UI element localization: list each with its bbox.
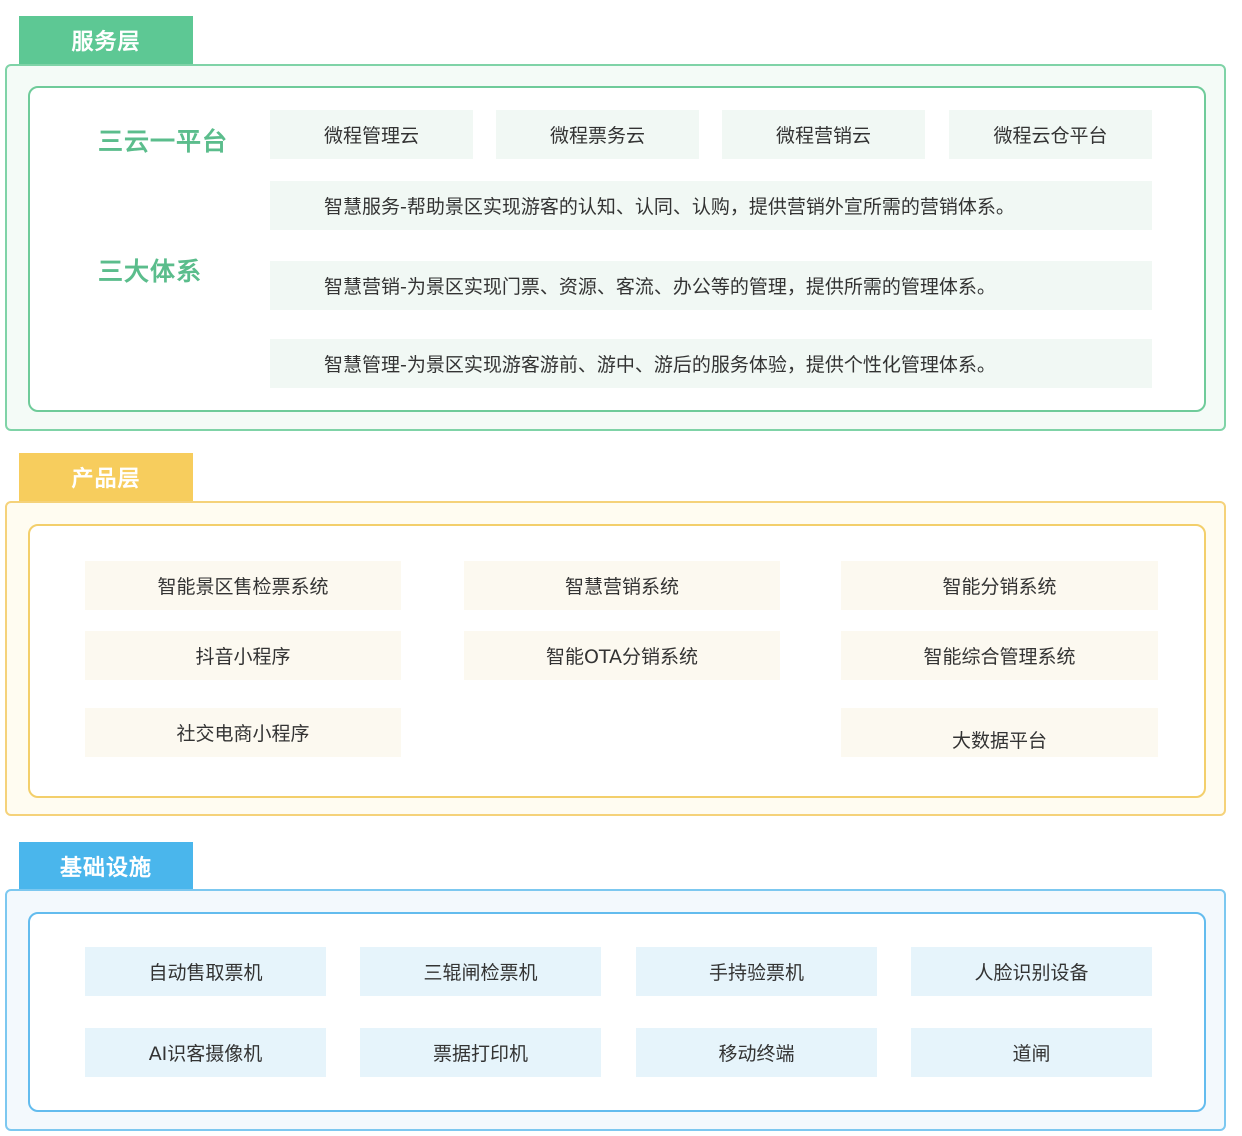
system-smart-service: 智慧服务-帮助景区实现游客的认知、认同、认购，提供营销外宣所需的营销体系。 [270, 181, 1152, 230]
device-ticket-vending-machine: 自动售取票机 [85, 947, 326, 996]
product-ota-distribution-system: 智能OTA分销系统 [464, 631, 780, 680]
device-mobile-terminal: 移动终端 [636, 1028, 877, 1077]
infrastructure-layer-tag: 基础设施 [19, 842, 193, 890]
infrastructure-layer-panel: 自动售取票机 三辊闸检票机 手持验票机 人脸识别设备 AI识客摄像机 票据打印机… [5, 889, 1226, 1131]
cloud-management: 微程管理云 [270, 110, 473, 159]
device-barrier-gate: 道闸 [911, 1028, 1152, 1077]
platform-title: 三云一平台 [98, 127, 229, 156]
cloud-ticketing: 微程票务云 [496, 110, 699, 159]
product-layer-panel: 智能景区售检票系统 抖音小程序 社交电商小程序 智慧营销系统 智能OTA分销系统… [5, 501, 1226, 816]
device-handheld-ticket-checker: 手持验票机 [636, 947, 877, 996]
product-social-ecommerce-miniprogram: 社交电商小程序 [85, 708, 401, 757]
product-layer-tag: 产品层 [19, 453, 193, 501]
product-douyin-miniprogram: 抖音小程序 [85, 631, 401, 680]
cloud-warehouse-platform: 微程云仓平台 [949, 110, 1152, 159]
product-big-data-platform: 大数据平台 [841, 708, 1158, 757]
device-ticket-printer: 票据打印机 [360, 1028, 601, 1077]
product-integrated-management-system: 智能综合管理系统 [841, 631, 1158, 680]
product-ticketing-system: 智能景区售检票系统 [85, 561, 401, 610]
product-layer-inner: 智能景区售检票系统 抖音小程序 社交电商小程序 智慧营销系统 智能OTA分销系统… [28, 524, 1206, 798]
service-layer-panel: 三云一平台 微程管理云 微程票务云 微程营销云 微程云仓平台 三大体系 智慧服务… [5, 64, 1226, 431]
device-tripod-turnstile: 三辊闸检票机 [360, 947, 601, 996]
device-face-recognition: 人脸识别设备 [911, 947, 1152, 996]
product-smart-marketing-system: 智慧营销系统 [464, 561, 780, 610]
service-layer-tag: 服务层 [19, 16, 193, 64]
product-distribution-system: 智能分销系统 [841, 561, 1158, 610]
cloud-marketing: 微程营销云 [722, 110, 925, 159]
system-smart-management: 智慧管理-为景区实现游客游前、游中、游后的服务体验，提供个性化管理体系。 [270, 339, 1152, 388]
service-layer-inner: 三云一平台 微程管理云 微程票务云 微程营销云 微程云仓平台 三大体系 智慧服务… [28, 86, 1206, 412]
systems-title: 三大体系 [98, 257, 203, 286]
infrastructure-layer-inner: 自动售取票机 三辊闸检票机 手持验票机 人脸识别设备 AI识客摄像机 票据打印机… [28, 912, 1206, 1112]
system-smart-marketing: 智慧营销-为景区实现门票、资源、客流、办公等的管理，提供所需的管理体系。 [270, 261, 1152, 310]
device-ai-camera: AI识客摄像机 [85, 1028, 326, 1077]
